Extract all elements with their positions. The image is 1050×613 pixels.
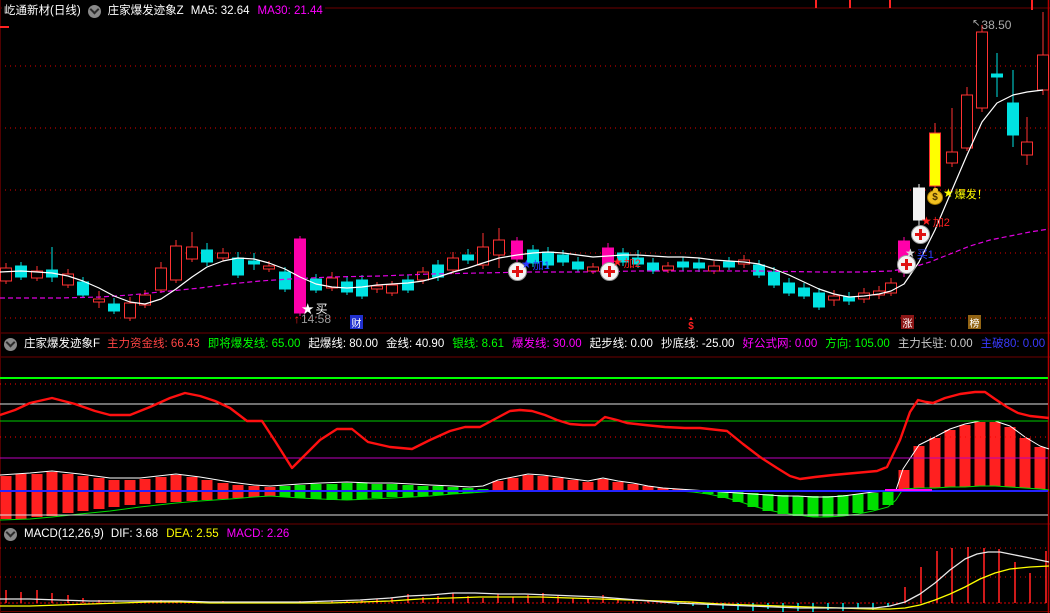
indicator-values: 主力资金线: 66.43 即将爆发线: 65.00 起爆线: 80.00 金线: 40… <box>107 337 1045 351</box>
macd-field: DEA: 2.55 <box>166 528 219 540</box>
indicator-field: 银线: 8.61 <box>452 338 504 350</box>
chevron-down-icon[interactable] <box>4 527 17 541</box>
chevron-down-icon[interactable] <box>4 337 17 351</box>
tdx-chart-window: ★ 买 ↑ 14:58 财 ★ 加1 ★ 加2 ▲ $ ★ 买1 ★ 加2 $ ★ 爆发！涨榜 ↖ 38.50 屹通新… <box>0 0 1050 613</box>
macd-panel-header: MACD(12,26,9) DIF: 3.68 DEA: 2.55 MACD: 2.… <box>2 527 292 541</box>
main-chart-header: 屹通新材(日线) 庄家爆发迹象Z MA5: 32.64 MA30: 21.44 <box>2 4 325 18</box>
indicator-field: 即将爆发线: 65.00 <box>207 338 301 350</box>
main-indicator-name: 庄家爆发迹象Z <box>107 5 184 17</box>
chart-canvas <box>0 0 1050 613</box>
indicator-field: 好公式网: 0.00 <box>742 338 818 350</box>
ma-value: MA5: 32.64 <box>190 5 250 17</box>
indicator-panel-header: 庄家爆发迹象F 主力资金线: 66.43 即将爆发线: 65.00 起爆线: 80.… <box>2 337 1048 351</box>
indicator-field: 主力长驻: 0.00 <box>897 338 973 350</box>
macd-field: DIF: 3.68 <box>110 528 159 540</box>
indicator-field: 起爆线: 80.00 <box>308 338 379 350</box>
indicator-field: 起步线: 0.00 <box>589 338 653 350</box>
macd-field: MACD: 2.26 <box>226 528 290 540</box>
indicator-field: 方向: 105.00 <box>825 338 890 350</box>
chevron-down-icon[interactable] <box>87 4 101 18</box>
indicator-field: 爆发线: 30.00 <box>512 338 582 350</box>
macd-values: DIF: 3.68 DEA: 2.55 MACD: 2.26 <box>111 527 289 541</box>
news-chip-bang[interactable]: 榜 <box>968 315 981 330</box>
macd-panel-name: MACD(12,26,9) <box>24 528 104 540</box>
news-chip-zhang[interactable]: 涨 <box>901 315 914 330</box>
news-chip-cai[interactable]: 财 <box>350 315 363 330</box>
stock-title: 屹通新材(日线) <box>4 5 81 17</box>
indicator-field: 主破80: 0.00 <box>980 338 1046 350</box>
indicator-field: 金线: 40.90 <box>386 338 445 350</box>
indicator-field: 主力资金线: 66.43 <box>107 338 200 350</box>
indicator-field: 抄底线: -25.00 <box>660 338 735 350</box>
ma-values: MA5: 32.64 MA30: 21.44 <box>191 4 323 18</box>
ma-value: MA30: 21.44 <box>257 5 323 17</box>
indicator-panel-name: 庄家爆发迹象F <box>24 338 101 350</box>
